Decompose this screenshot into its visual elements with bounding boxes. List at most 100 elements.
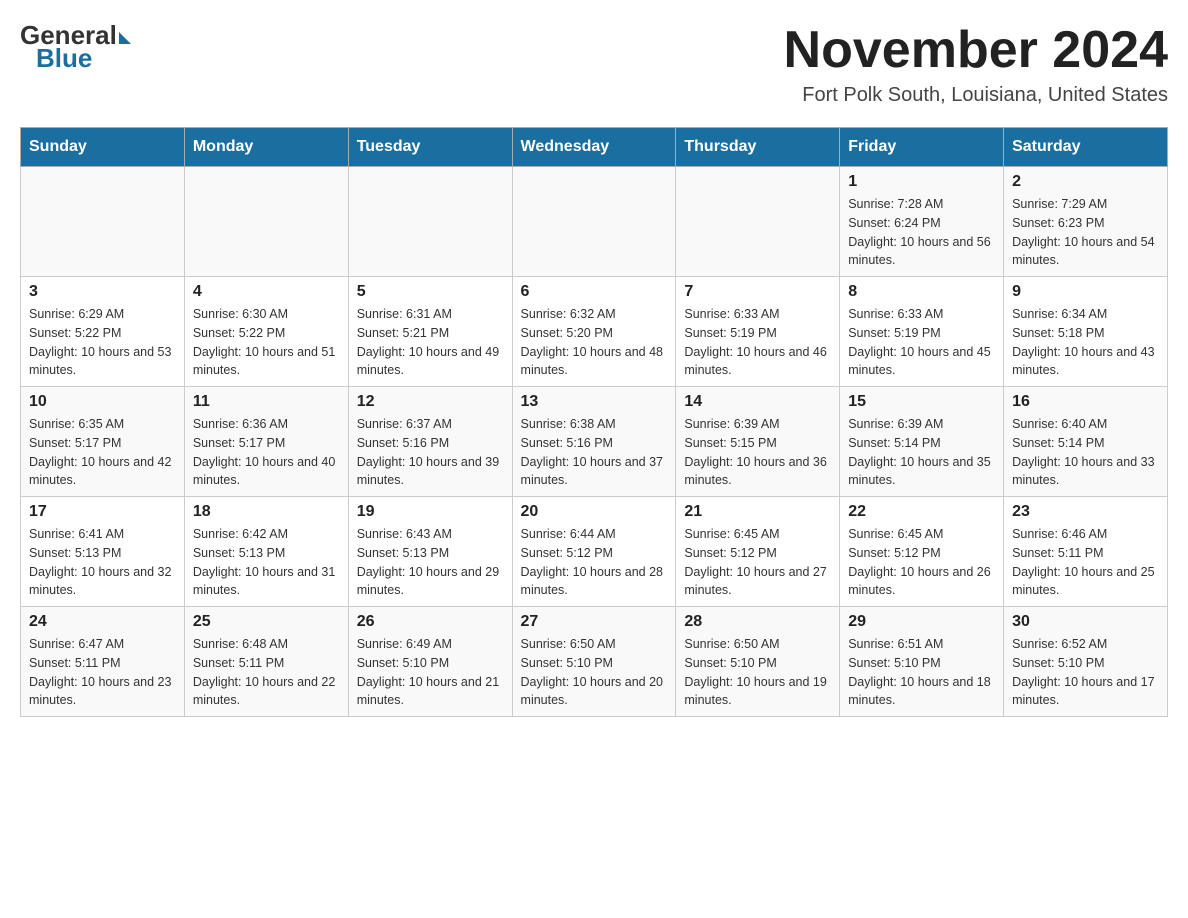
day-number: 1 — [848, 173, 995, 191]
day-info: Sunrise: 6:38 AMSunset: 5:16 PMDaylight:… — [521, 415, 668, 490]
calendar-cell: 3 Sunrise: 6:29 AMSunset: 5:22 PMDaylight… — [21, 277, 185, 387]
day-info: Sunrise: 6:46 AMSunset: 5:11 PMDaylight:… — [1012, 525, 1159, 600]
calendar-cell: 22Sunrise: 6:45 AMSunset: 5:12 PMDayligh… — [840, 497, 1004, 607]
calendar-cell: 24 Sunrise: 6:47 AMSunset: 5:11 PMDayligh… — [21, 607, 185, 717]
col-header-thursday: Thursday — [676, 128, 840, 167]
day-number: 11 — [193, 393, 340, 411]
calendar-cell: 11Sunrise: 6:36 AMSunset: 5:17 PMDayligh… — [184, 387, 348, 497]
calendar-cell: 21 Sunrise: 6:45 AMSunset: 5:12 PMDayligh… — [676, 497, 840, 607]
col-header-sunday: Sunday — [21, 128, 185, 167]
calendar-cell: 17 Sunrise: 6:41 AMSunset: 5:13 PMDayligh… — [21, 497, 185, 607]
day-info: Sunrise: 6:39 AMSunset: 5:15 PMDaylight:… — [684, 415, 831, 490]
day-info: Sunrise: 6:42 AMSunset: 5:13 PMDaylight:… — [193, 525, 340, 600]
day-number: 18 — [193, 503, 340, 521]
calendar-cell: 16 Sunrise: 6:40 AMSunset: 5:14 PMDayligh… — [1004, 387, 1168, 497]
logo: General Blue — [20, 20, 131, 74]
day-number: 2 — [1012, 173, 1159, 191]
week-row-1: 1 Sunrise: 7:28 AMSunset: 6:24 PMDaylight… — [21, 167, 1168, 277]
calendar-cell: 5Sunrise: 6:31 AMSunset: 5:21 PMDaylight… — [348, 277, 512, 387]
day-number: 4 — [193, 283, 340, 301]
week-row-3: 10Sunrise: 6:35 AMSunset: 5:17 PMDayligh… — [21, 387, 1168, 497]
calendar-cell: 4 Sunrise: 6:30 AMSunset: 5:22 PMDaylight… — [184, 277, 348, 387]
calendar-cell: 27 Sunrise: 6:50 AMSunset: 5:10 PMDayligh… — [512, 607, 676, 717]
day-info: Sunrise: 6:32 AMSunset: 5:20 PMDaylight:… — [521, 305, 668, 380]
day-number: 30 — [1012, 613, 1159, 631]
calendar-cell: 20 Sunrise: 6:44 AMSunset: 5:12 PMDayligh… — [512, 497, 676, 607]
day-info: Sunrise: 7:28 AMSunset: 6:24 PMDaylight:… — [848, 195, 995, 270]
col-header-monday: Monday — [184, 128, 348, 167]
title-area: November 2024 Fort Polk South, Louisiana… — [784, 20, 1168, 107]
calendar-cell — [184, 167, 348, 277]
day-number: 29 — [848, 613, 995, 631]
day-number: 8 — [848, 283, 995, 301]
day-info: Sunrise: 6:50 AMSunset: 5:10 PMDaylight:… — [521, 635, 668, 710]
calendar-cell: 14Sunrise: 6:39 AMSunset: 5:15 PMDayligh… — [676, 387, 840, 497]
day-info: Sunrise: 6:33 AMSunset: 5:19 PMDaylight:… — [848, 305, 995, 380]
day-number: 20 — [521, 503, 668, 521]
day-info: Sunrise: 6:29 AMSunset: 5:22 PMDaylight:… — [29, 305, 176, 380]
calendar-cell: 26 Sunrise: 6:49 AMSunset: 5:10 PMDayligh… — [348, 607, 512, 717]
page-header: General Blue November 2024 Fort Polk Sou… — [20, 20, 1168, 107]
calendar-cell — [348, 167, 512, 277]
logo-arrow-icon — [119, 32, 131, 44]
day-number: 16 — [1012, 393, 1159, 411]
week-row-4: 17 Sunrise: 6:41 AMSunset: 5:13 PMDayligh… — [21, 497, 1168, 607]
calendar-cell — [676, 167, 840, 277]
calendar-cell: 1 Sunrise: 7:28 AMSunset: 6:24 PMDaylight… — [840, 167, 1004, 277]
week-row-2: 3 Sunrise: 6:29 AMSunset: 5:22 PMDaylight… — [21, 277, 1168, 387]
calendar-cell: 7Sunrise: 6:33 AMSunset: 5:19 PMDaylight… — [676, 277, 840, 387]
day-number: 9 — [1012, 283, 1159, 301]
day-number: 5 — [357, 283, 504, 301]
col-header-wednesday: Wednesday — [512, 128, 676, 167]
day-info: Sunrise: 6:50 AMSunset: 5:10 PMDaylight:… — [684, 635, 831, 710]
day-info: Sunrise: 6:39 AMSunset: 5:14 PMDaylight:… — [848, 415, 995, 490]
day-info: Sunrise: 6:33 AMSunset: 5:19 PMDaylight:… — [684, 305, 831, 380]
day-info: Sunrise: 7:29 AMSunset: 6:23 PMDaylight:… — [1012, 195, 1159, 270]
day-info: Sunrise: 6:41 AMSunset: 5:13 PMDaylight:… — [29, 525, 176, 600]
day-number: 13 — [521, 393, 668, 411]
location-subtitle: Fort Polk South, Louisiana, United State… — [784, 84, 1168, 107]
calendar-cell: 25Sunrise: 6:48 AMSunset: 5:11 PMDayligh… — [184, 607, 348, 717]
day-info: Sunrise: 6:52 AMSunset: 5:10 PMDaylight:… — [1012, 635, 1159, 710]
calendar-cell: 9 Sunrise: 6:34 AMSunset: 5:18 PMDaylight… — [1004, 277, 1168, 387]
calendar-cell: 15 Sunrise: 6:39 AMSunset: 5:14 PMDayligh… — [840, 387, 1004, 497]
day-info: Sunrise: 6:35 AMSunset: 5:17 PMDaylight:… — [29, 415, 176, 490]
day-number: 26 — [357, 613, 504, 631]
calendar-cell — [512, 167, 676, 277]
day-info: Sunrise: 6:34 AMSunset: 5:18 PMDaylight:… — [1012, 305, 1159, 380]
day-number: 15 — [848, 393, 995, 411]
calendar-table: SundayMondayTuesdayWednesdayThursdayFrid… — [20, 127, 1168, 717]
calendar-header-row: SundayMondayTuesdayWednesdayThursdayFrid… — [21, 128, 1168, 167]
calendar-cell: 6 Sunrise: 6:32 AMSunset: 5:20 PMDaylight… — [512, 277, 676, 387]
calendar-cell: 23 Sunrise: 6:46 AMSunset: 5:11 PMDayligh… — [1004, 497, 1168, 607]
col-header-friday: Friday — [840, 128, 1004, 167]
day-info: Sunrise: 6:49 AMSunset: 5:10 PMDaylight:… — [357, 635, 504, 710]
calendar-cell: 28 Sunrise: 6:50 AMSunset: 5:10 PMDayligh… — [676, 607, 840, 717]
calendar-cell: 8 Sunrise: 6:33 AMSunset: 5:19 PMDaylight… — [840, 277, 1004, 387]
day-number: 27 — [521, 613, 668, 631]
day-number: 19 — [357, 503, 504, 521]
calendar-cell: 13 Sunrise: 6:38 AMSunset: 5:16 PMDayligh… — [512, 387, 676, 497]
day-info: Sunrise: 6:45 AMSunset: 5:12 PMDaylight:… — [684, 525, 831, 600]
calendar-cell: 29 Sunrise: 6:51 AMSunset: 5:10 PMDayligh… — [840, 607, 1004, 717]
day-number: 23 — [1012, 503, 1159, 521]
day-number: 17 — [29, 503, 176, 521]
day-info: Sunrise: 6:51 AMSunset: 5:10 PMDaylight:… — [848, 635, 995, 710]
day-number: 25 — [193, 613, 340, 631]
day-info: Sunrise: 6:30 AMSunset: 5:22 PMDaylight:… — [193, 305, 340, 380]
calendar-cell: 10Sunrise: 6:35 AMSunset: 5:17 PMDayligh… — [21, 387, 185, 497]
day-info: Sunrise: 6:40 AMSunset: 5:14 PMDaylight:… — [1012, 415, 1159, 490]
calendar-cell: 18 Sunrise: 6:42 AMSunset: 5:13 PMDayligh… — [184, 497, 348, 607]
month-title: November 2024 — [784, 20, 1168, 80]
day-info: Sunrise: 6:44 AMSunset: 5:12 PMDaylight:… — [521, 525, 668, 600]
day-number: 3 — [29, 283, 176, 301]
day-number: 22 — [848, 503, 995, 521]
calendar-cell — [21, 167, 185, 277]
col-header-tuesday: Tuesday — [348, 128, 512, 167]
col-header-saturday: Saturday — [1004, 128, 1168, 167]
day-info: Sunrise: 6:47 AMSunset: 5:11 PMDaylight:… — [29, 635, 176, 710]
day-number: 28 — [684, 613, 831, 631]
day-number: 21 — [684, 503, 831, 521]
day-number: 6 — [521, 283, 668, 301]
day-number: 24 — [29, 613, 176, 631]
